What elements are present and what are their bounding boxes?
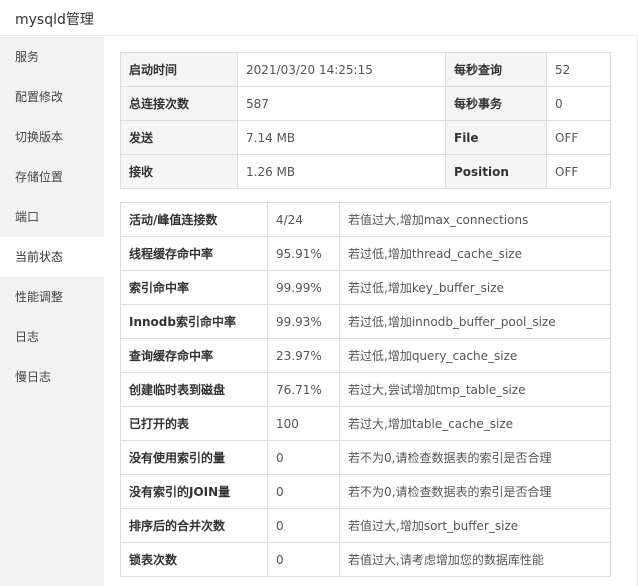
- metric-hint: 若值过大,请考虑增加您的数据库性能: [339, 542, 611, 577]
- table-row: 总连接次数 587 每秒事务 0: [120, 86, 611, 121]
- metric-name: Innodb索引命中率: [120, 304, 268, 339]
- table-row: 已打开的表 100 若过大,增加table_cache_size: [120, 406, 611, 441]
- overview-key: 启动时间: [120, 52, 238, 87]
- title-bar: mysqld管理: [0, 0, 638, 36]
- overview-key: 发送: [120, 120, 238, 155]
- overview-value: 52: [546, 52, 611, 87]
- sidebar-item-storage[interactable]: 存储位置: [0, 157, 104, 197]
- window-title: mysqld管理: [15, 12, 94, 28]
- metric-name: 创建临时表到磁盘: [120, 372, 268, 407]
- overview-table: 启动时间 2021/03/20 14:25:15 每秒查询 52 总连接次数 5…: [120, 52, 611, 189]
- table-row: 发送 7.14 MB File OFF: [120, 120, 611, 155]
- sidebar-item-slow-log[interactable]: 慢日志: [0, 357, 104, 397]
- overview-key: File: [445, 120, 547, 155]
- sidebar-item-config[interactable]: 配置修改: [0, 77, 104, 117]
- metric-hint: 若值过大,增加sort_buffer_size: [339, 508, 611, 543]
- metric-hint: 若过大,尝试增加tmp_table_size: [339, 372, 611, 407]
- table-row: 活动/峰值连接数 4/24 若值过大,增加max_connections: [120, 202, 611, 237]
- metric-name: 没有使用索引的量: [120, 440, 268, 475]
- metric-hint: 若过低,增加thread_cache_size: [339, 236, 611, 271]
- sidebar-item-port[interactable]: 端口: [0, 197, 104, 237]
- metric-value: 99.93%: [267, 304, 340, 339]
- sidebar-item-performance[interactable]: 性能调整: [0, 277, 104, 317]
- metric-name: 已打开的表: [120, 406, 268, 441]
- metric-name: 查询缓存命中率: [120, 338, 268, 373]
- table-row: 没有索引的JOIN量 0 若不为0,请检查数据表的索引是否合理: [120, 474, 611, 509]
- sidebar-item-log[interactable]: 日志: [0, 317, 104, 357]
- metric-value: 95.91%: [267, 236, 340, 271]
- overview-key: 接收: [120, 154, 238, 189]
- metric-hint: 若过大,增加table_cache_size: [339, 406, 611, 441]
- metric-hint: 若过低,增加innodb_buffer_pool_size: [339, 304, 611, 339]
- table-row: 锁表次数 0 若值过大,请考虑增加您的数据库性能: [120, 542, 611, 577]
- sidebar-item-switch-version[interactable]: 切换版本: [0, 117, 104, 157]
- table-row: 启动时间 2021/03/20 14:25:15 每秒查询 52: [120, 52, 611, 87]
- overview-value: 2021/03/20 14:25:15: [237, 52, 446, 87]
- metric-name: 排序后的合并次数: [120, 508, 268, 543]
- overview-key: Position: [445, 154, 547, 189]
- sidebar-item-service[interactable]: 服务: [0, 37, 104, 77]
- table-row: 索引命中率 99.99% 若过低,增加key_buffer_size: [120, 270, 611, 305]
- overview-value: OFF: [546, 154, 611, 189]
- metric-value: 100: [267, 406, 340, 441]
- metric-name: 锁表次数: [120, 542, 268, 577]
- metric-name: 没有索引的JOIN量: [120, 474, 268, 509]
- metrics-table: 活动/峰值连接数 4/24 若值过大,增加max_connections 线程缓…: [120, 202, 611, 577]
- mysql-manager-window: mysqld管理 服务 配置修改 切换版本 存储位置 端口 当前状态 性能调整 …: [0, 0, 638, 586]
- overview-value: 7.14 MB: [237, 120, 446, 155]
- sidebar: 服务 配置修改 切换版本 存储位置 端口 当前状态 性能调整 日志 慢日志: [0, 37, 104, 586]
- sidebar-item-current-status[interactable]: 当前状态: [0, 237, 104, 277]
- table-row: 排序后的合并次数 0 若值过大,增加sort_buffer_size: [120, 508, 611, 543]
- metric-name: 活动/峰值连接数: [120, 202, 268, 237]
- metric-hint: 若过低,增加key_buffer_size: [339, 270, 611, 305]
- metric-name: 索引命中率: [120, 270, 268, 305]
- metric-value: 0: [267, 440, 340, 475]
- overview-value: OFF: [546, 120, 611, 155]
- overview-value: 0: [546, 86, 611, 121]
- overview-value: 587: [237, 86, 446, 121]
- overview-key: 每秒查询: [445, 52, 547, 87]
- metric-value: 4/24: [267, 202, 340, 237]
- overview-value: 1.26 MB: [237, 154, 446, 189]
- metric-value: 23.97%: [267, 338, 340, 373]
- metric-value: 99.99%: [267, 270, 340, 305]
- metric-hint: 若不为0,请检查数据表的索引是否合理: [339, 474, 611, 509]
- metric-value: 0: [267, 474, 340, 509]
- table-row: 没有使用索引的量 0 若不为0,请检查数据表的索引是否合理: [120, 440, 611, 475]
- overview-key: 总连接次数: [120, 86, 238, 121]
- metric-hint: 若过低,增加query_cache_size: [339, 338, 611, 373]
- table-row: 线程缓存命中率 95.91% 若过低,增加thread_cache_size: [120, 236, 611, 271]
- table-row: 查询缓存命中率 23.97% 若过低,增加query_cache_size: [120, 338, 611, 373]
- metric-value: 76.71%: [267, 372, 340, 407]
- table-row: Innodb索引命中率 99.93% 若过低,增加innodb_buffer_p…: [120, 304, 611, 339]
- metric-hint: 若不为0,请检查数据表的索引是否合理: [339, 440, 611, 475]
- status-panel: 启动时间 2021/03/20 14:25:15 每秒查询 52 总连接次数 5…: [120, 52, 611, 577]
- metric-value: 0: [267, 508, 340, 543]
- table-row: 接收 1.26 MB Position OFF: [120, 154, 611, 189]
- metric-hint: 若值过大,增加max_connections: [339, 202, 611, 237]
- metric-name: 线程缓存命中率: [120, 236, 268, 271]
- overview-key: 每秒事务: [445, 86, 547, 121]
- metric-value: 0: [267, 542, 340, 577]
- table-row: 创建临时表到磁盘 76.71% 若过大,尝试增加tmp_table_size: [120, 372, 611, 407]
